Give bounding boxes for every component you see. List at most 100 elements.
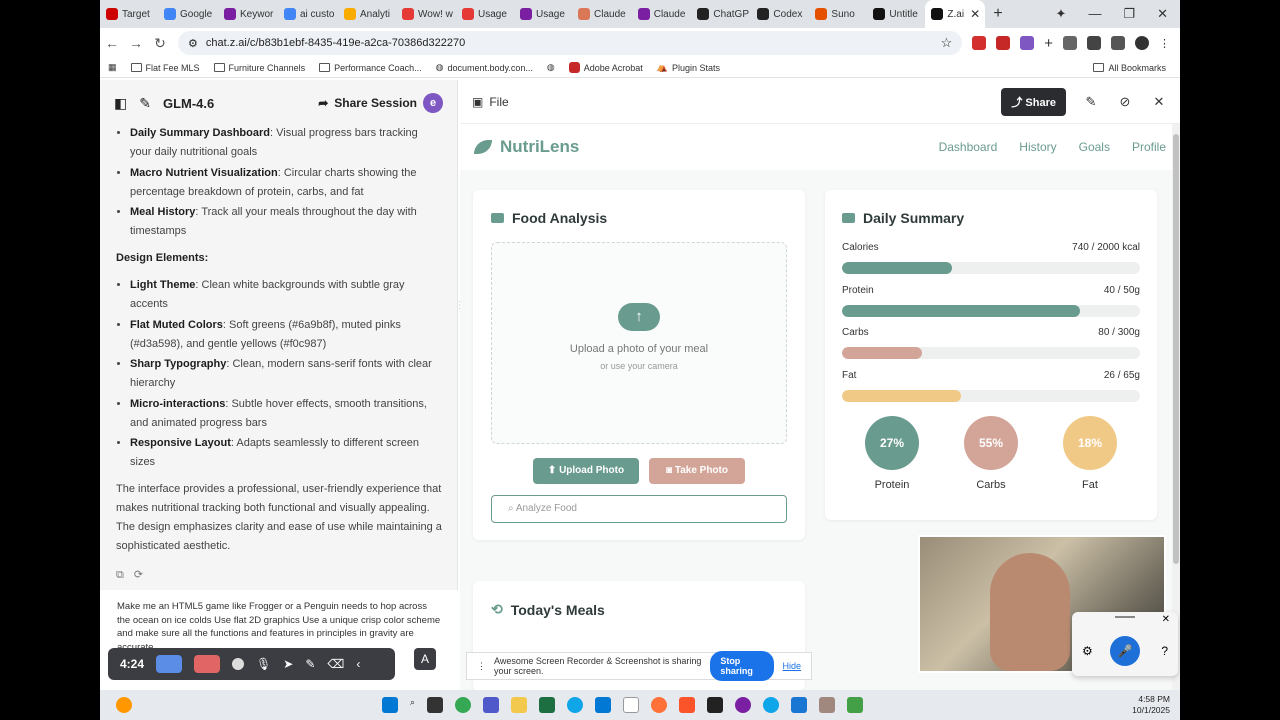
- browser-tab[interactable]: Keywor: [218, 0, 278, 28]
- close-window-icon[interactable]: ✕: [1157, 6, 1168, 22]
- avatar[interactable]: e: [423, 93, 443, 113]
- stop-sharing-button[interactable]: Stop sharing: [710, 651, 775, 681]
- all-bookmarks[interactable]: All Bookmarks: [1093, 63, 1180, 73]
- edge-icon[interactable]: [567, 697, 584, 713]
- bookmark-furniture-channels[interactable]: Furniture Channels: [213, 63, 305, 73]
- file-label[interactable]: File: [489, 95, 508, 109]
- settings-icon[interactable]: ⚙: [1082, 644, 1093, 658]
- system-tray[interactable]: 4:58 PM 10/1/2025: [1132, 694, 1180, 716]
- app-icon[interactable]: [791, 697, 808, 713]
- pen-icon[interactable]: ✎: [305, 657, 315, 671]
- app-icon[interactable]: [847, 697, 864, 713]
- browser-tab[interactable]: Codex: [751, 0, 809, 28]
- webcam-toggle-icon[interactable]: [232, 658, 245, 670]
- model-name[interactable]: GLM-4.6: [163, 96, 214, 111]
- browser-tab[interactable]: Wow! w: [396, 0, 456, 28]
- forward-icon[interactable]: →: [124, 35, 148, 51]
- nav-profile[interactable]: Profile: [1132, 140, 1166, 154]
- recorder-text-tool[interactable]: A: [414, 648, 436, 670]
- app-icon[interactable]: [763, 697, 780, 713]
- regenerate-icon[interactable]: ⟳: [134, 566, 143, 585]
- reload-icon[interactable]: ↻: [148, 35, 172, 52]
- browser-tab[interactable]: Usage: [456, 0, 514, 28]
- minimize-icon[interactable]: —: [1088, 6, 1101, 22]
- extension-icon[interactable]: [972, 36, 987, 50]
- share-button[interactable]: ⤴ Share: [1001, 87, 1066, 116]
- sidebar-toggle-icon[interactable]: ◧: [114, 95, 127, 112]
- edit-icon[interactable]: ✎: [1082, 94, 1100, 110]
- stop-button[interactable]: [194, 655, 221, 673]
- terminal-icon[interactable]: [707, 697, 724, 713]
- copy-icon[interactable]: ⧉: [116, 566, 124, 585]
- browser-tab[interactable]: Usage: [514, 0, 572, 28]
- mic-icon[interactable]: 🎙: [256, 657, 271, 671]
- chrome-icon[interactable]: [455, 697, 472, 713]
- browser-tab[interactable]: Analyti: [338, 0, 396, 28]
- bookmark-adobe-acrobat[interactable]: Adobe Acrobat: [568, 62, 643, 73]
- search-icon[interactable]: ⌕: [410, 697, 415, 713]
- hide-link[interactable]: Hide: [782, 661, 801, 671]
- scrollbar-thumb[interactable]: [1173, 134, 1179, 564]
- take-photo-button[interactable]: ◙ Take Photo: [649, 458, 745, 484]
- task-view-icon[interactable]: [427, 697, 444, 713]
- close-icon[interactable]: ✕: [1150, 94, 1168, 110]
- add-icon[interactable]: +: [1044, 35, 1053, 52]
- share-session-button[interactable]: ➦ Share Session e: [318, 93, 443, 113]
- collapse-icon[interactable]: ‹: [356, 657, 360, 671]
- app-icon[interactable]: [735, 697, 752, 713]
- browser-tab[interactable]: Google: [158, 0, 218, 28]
- screen-cast-icon[interactable]: [1111, 36, 1125, 50]
- bookmark-document-body[interactable]: ◍ document.body.con...: [436, 62, 533, 73]
- firefox-icon[interactable]: [651, 697, 668, 713]
- maximize-icon[interactable]: ❐: [1123, 6, 1135, 22]
- open-external-icon[interactable]: ⊘: [1116, 94, 1134, 110]
- puzzle-icon[interactable]: [1087, 36, 1101, 50]
- upload-dropzone[interactable]: ↑ Upload a photo of your meal or use you…: [491, 242, 787, 444]
- close-icon[interactable]: ✕: [1162, 614, 1170, 625]
- bookmark-star-icon[interactable]: ☆: [941, 35, 953, 51]
- browser-tab[interactable]: ai custo: [278, 0, 338, 28]
- drag-handle[interactable]: ⋮: [477, 661, 486, 672]
- excel-icon[interactable]: [539, 697, 556, 713]
- store-icon[interactable]: [595, 697, 612, 713]
- pause-button[interactable]: [156, 655, 183, 673]
- app-icon[interactable]: [819, 697, 836, 713]
- browser-tab[interactable]: Z.ai ✕: [925, 0, 986, 28]
- site-settings-icon[interactable]: ⚙: [188, 37, 198, 50]
- browser-tab[interactable]: Suno: [809, 0, 867, 28]
- new-chat-icon[interactable]: ✎: [139, 95, 151, 112]
- file-icon[interactable]: ▣: [472, 95, 483, 109]
- bookmark-plugin-stats[interactable]: ⛺ Plugin Stats: [657, 62, 720, 73]
- upload-photo-button[interactable]: ⬆ Upload Photo: [533, 458, 639, 484]
- browser-tab[interactable]: Target: [100, 0, 158, 28]
- browser-tab[interactable]: Claude: [632, 0, 692, 28]
- bookmark-flat-fee-mls[interactable]: Flat Fee MLS: [130, 63, 200, 73]
- eraser-icon[interactable]: ⌫: [327, 657, 344, 671]
- gemini-icon[interactable]: ✦: [1056, 6, 1067, 22]
- nav-dashboard[interactable]: Dashboard: [939, 140, 998, 154]
- bookmark-performance-coach[interactable]: Performance Coach...: [319, 63, 422, 73]
- apps-grid-icon[interactable]: ▦: [108, 62, 117, 73]
- profile-avatar[interactable]: [1135, 36, 1149, 50]
- start-icon[interactable]: [382, 697, 398, 713]
- acrobat-extension-icon[interactable]: [996, 36, 1011, 50]
- back-icon[interactable]: ←: [100, 35, 124, 51]
- browser-tab[interactable]: Untitle: [867, 0, 925, 28]
- brave-icon[interactable]: [679, 697, 696, 713]
- teams-icon[interactable]: [483, 697, 500, 713]
- notion-icon[interactable]: [623, 697, 640, 713]
- app-logo[interactable]: NutriLens: [474, 137, 579, 157]
- nav-goals[interactable]: Goals: [1079, 140, 1110, 154]
- new-tab-button[interactable]: +: [985, 5, 1010, 23]
- cursor-icon[interactable]: ➤: [283, 657, 293, 671]
- nav-history[interactable]: History: [1019, 140, 1056, 154]
- extension-icon[interactable]: [1063, 36, 1077, 50]
- extension-icon[interactable]: [1020, 36, 1035, 50]
- browser-tab[interactable]: ChatGP: [691, 0, 751, 28]
- mic-button[interactable]: 🎤: [1110, 636, 1140, 666]
- menu-icon[interactable]: ⋮: [1159, 37, 1170, 50]
- tab-close-icon[interactable]: ✕: [970, 7, 980, 21]
- browser-tab[interactable]: Claude: [572, 0, 632, 28]
- analyze-food-button[interactable]: ⌕ Analyze Food: [491, 495, 787, 523]
- file-explorer-icon[interactable]: [511, 697, 528, 713]
